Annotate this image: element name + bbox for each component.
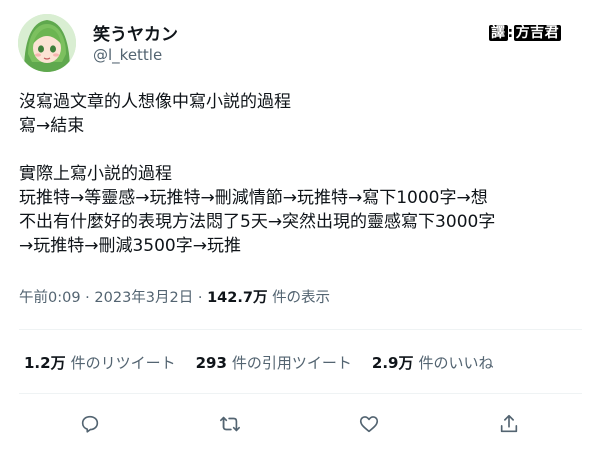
tweet-line: 寫→結束 <box>19 116 85 136</box>
likes-label: 件のいいね <box>418 354 494 372</box>
tweet-line: 沒寫過文章的人想像中寫小説的過程 <box>19 92 291 112</box>
like-button[interactable] <box>351 406 387 442</box>
share-icon <box>500 414 518 433</box>
translator-watermark: 譯: 方吉君 <box>489 22 562 42</box>
tweet-meta: 午前0:09 · 2023年3月2日 · 142.7万 件の表示 <box>19 286 330 307</box>
watermark-separator: : <box>507 25 514 41</box>
watermark-prefix: 譯 <box>489 25 508 41</box>
retweets-label: 件のリツイート <box>70 354 176 372</box>
avatar[interactable] <box>18 14 76 72</box>
retweet-button[interactable] <box>212 406 248 442</box>
retweet-icon <box>220 416 240 432</box>
views-count: 142.7万 <box>207 290 268 306</box>
share-button[interactable] <box>491 406 527 442</box>
tweet-date[interactable]: 2023年3月2日 <box>94 290 193 306</box>
tweet-text: 沒寫過文章的人想像中寫小説的過程 寫→結束 實際上寫小説的過程 玩推特→等靈感→… <box>19 90 584 258</box>
like-icon <box>359 416 379 433</box>
quotes-label: 件の引用ツイート <box>231 354 352 372</box>
likes-stat[interactable]: 2.9万 件のいいね <box>372 352 494 373</box>
avatar-image <box>18 14 76 72</box>
display-name[interactable]: 笑うヤカン <box>93 20 178 45</box>
meta-separator: · <box>80 290 95 306</box>
engagement-stats: 1.2万 件のリツイート 293 件の引用ツイート 2.9万 件のいいね <box>24 352 494 373</box>
reply-button[interactable] <box>72 406 108 442</box>
tweet-line: 不出有什麼好的表現方法悶了5天→突然出現的靈感寫下3000字 <box>19 212 496 232</box>
divider <box>19 329 582 330</box>
divider <box>19 393 582 394</box>
retweets-count: 1.2万 <box>24 354 66 372</box>
quotes-stat[interactable]: 293 件の引用ツイート <box>196 352 352 373</box>
watermark-name: 方吉君 <box>513 25 562 41</box>
user-handle[interactable]: @l_kettle <box>93 46 162 64</box>
reply-icon <box>81 415 99 433</box>
tweet-line: 玩推特→等靈感→玩推特→刪減情節→玩推特→寫下1000字→想 <box>19 188 488 208</box>
action-bar <box>19 406 582 442</box>
meta-separator: · <box>193 290 208 306</box>
likes-count: 2.9万 <box>371 354 414 372</box>
tweet-line <box>19 138 584 162</box>
views-label: 件の表示 <box>272 290 331 306</box>
tweet-time[interactable]: 午前0:09 <box>19 290 81 306</box>
retweets-stat[interactable]: 1.2万 件のリツイート <box>24 352 176 373</box>
tweet-line: →玩推特→刪減3500字→玩推 <box>19 236 241 256</box>
quotes-count: 293 <box>195 354 227 372</box>
tweet-line: 實際上寫小説的過程 <box>19 164 172 184</box>
